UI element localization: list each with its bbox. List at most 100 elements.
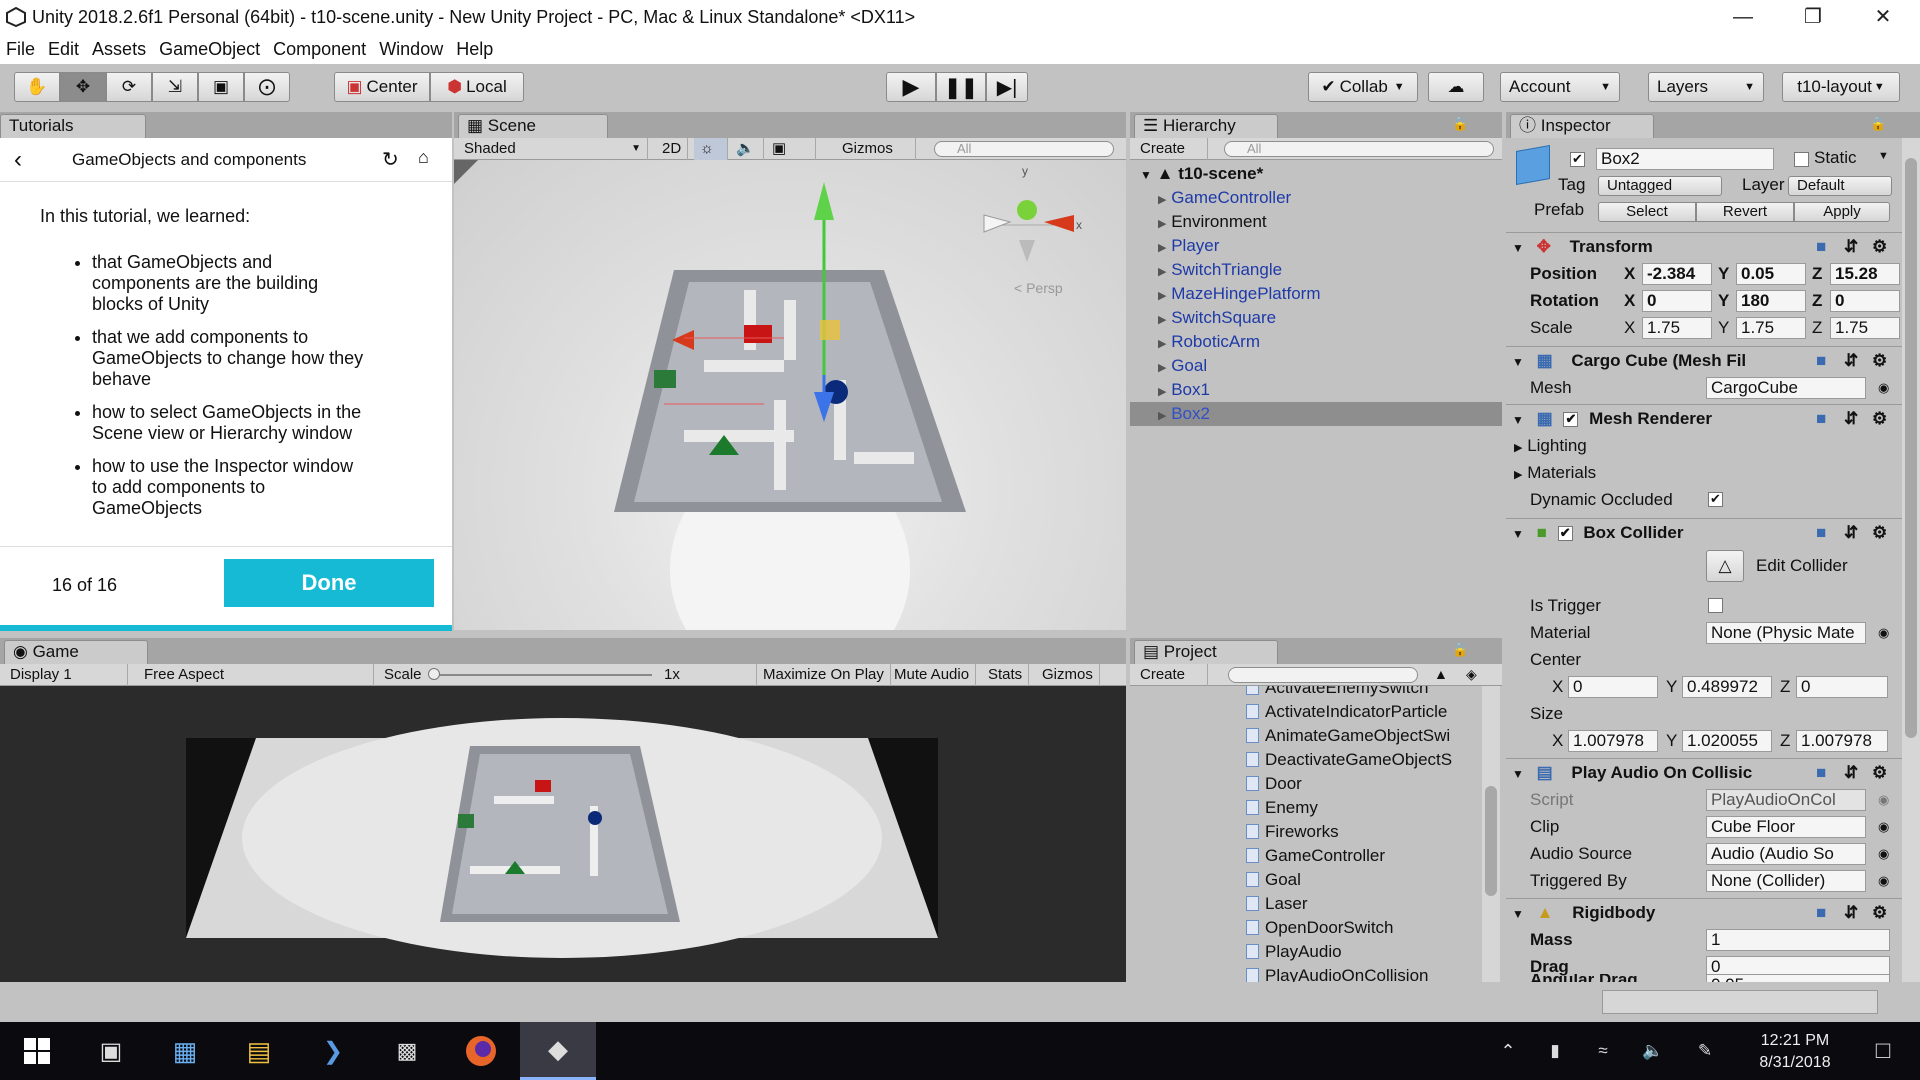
menu-component[interactable]: Component — [273, 39, 366, 60]
preset-icon[interactable]: ⇵ — [1844, 519, 1858, 547]
help-icon[interactable]: ■ — [1816, 899, 1826, 927]
help-icon[interactable]: ■ — [1816, 233, 1826, 261]
list-item[interactable]: Laser — [1240, 892, 1308, 916]
y-axis-handle[interactable] — [814, 182, 834, 220]
menu-file[interactable]: File — [6, 39, 35, 60]
project-create-dropdown[interactable]: Create — [1134, 664, 1208, 686]
size-y-input[interactable]: 1.020055 — [1682, 730, 1772, 752]
audio-source-field[interactable]: Audio (Audio So — [1706, 843, 1866, 865]
help-icon[interactable]: ■ — [1816, 519, 1826, 547]
size-x-input[interactable]: 1.007978 — [1568, 730, 1658, 752]
effects-dropdown[interactable]: ▣ — [766, 138, 816, 160]
play-audio-header[interactable]: ▼ ▤ Play Audio On Collisic ■ ⇵ ⚙ — [1506, 758, 1902, 786]
help-icon[interactable]: ■ — [1816, 347, 1826, 375]
wifi-icon[interactable]: ≈ — [1578, 1022, 1628, 1080]
file-explorer-button[interactable]: ▤ — [222, 1022, 296, 1080]
hierarchy-item[interactable]: ▶ GameController — [1130, 186, 1502, 210]
move-tool-button[interactable]: ✥ — [60, 72, 106, 102]
list-item[interactable]: ActivateIndicatorParticle — [1240, 700, 1447, 724]
maximize-on-play-toggle[interactable]: Maximize On Play — [756, 664, 891, 686]
center-y-input[interactable]: 0.489972 — [1682, 676, 1772, 698]
audio-toggle[interactable]: 🔈 — [730, 138, 764, 160]
scrollbar-thumb[interactable] — [1485, 786, 1497, 896]
tab-inspector[interactable]: ⓘ Inspector — [1510, 114, 1654, 138]
play-button[interactable]: ▶ — [886, 72, 936, 102]
active-checkbox[interactable]: ✔ — [1570, 152, 1585, 167]
menu-assets[interactable]: Assets — [92, 39, 146, 60]
scene-viewport[interactable]: y x < Persp — [454, 160, 1126, 630]
gear-icon[interactable]: ⚙ — [1872, 347, 1887, 375]
hierarchy-item[interactable]: ▶ Player — [1130, 234, 1502, 258]
tag-dropdown[interactable]: Untagged — [1598, 176, 1722, 196]
cloud-button[interactable]: ☁ — [1428, 72, 1484, 102]
list-item[interactable]: GameController — [1240, 844, 1385, 868]
scale-z-input[interactable]: 1.75 — [1830, 317, 1900, 339]
help-icon[interactable]: ■ — [1816, 759, 1826, 787]
rotation-x-input[interactable]: 0 — [1642, 290, 1712, 312]
preset-icon[interactable]: ⇵ — [1844, 405, 1858, 433]
rotate-tool-button[interactable]: ⟳ — [106, 72, 152, 102]
pivot-center-button[interactable]: ▣ Center — [334, 72, 430, 102]
tab-project[interactable]: ▤ Project — [1134, 640, 1278, 664]
menu-help[interactable]: Help — [456, 39, 493, 60]
2d-toggle[interactable]: 2D — [656, 138, 688, 160]
scale-x-input[interactable]: 1.75 — [1642, 317, 1712, 339]
lock-icon[interactable]: 🔒 — [1870, 116, 1886, 132]
lighting-foldout[interactable]: ▶ Lighting — [1506, 432, 1902, 459]
shading-dropdown[interactable]: Shaded ▼ — [458, 138, 648, 160]
game-viewport[interactable] — [0, 686, 1126, 982]
aspect-dropdown[interactable]: Free Aspect — [138, 664, 374, 686]
hierarchy-item[interactable]: ▶ SwitchSquare — [1130, 306, 1502, 330]
list-item[interactable]: Fireworks — [1240, 820, 1339, 844]
volume-icon[interactable]: 🔈 — [1628, 1022, 1678, 1080]
battery-icon[interactable]: ▮ — [1530, 1022, 1580, 1080]
scale-y-input[interactable]: 1.75 — [1736, 317, 1806, 339]
lighting-toggle[interactable]: ☼ — [694, 138, 728, 160]
object-picker-icon[interactable]: ◉ — [1878, 813, 1889, 840]
box-collider-header[interactable]: ▼ ■ ✔ Box Collider ■ ⇵ ⚙ — [1506, 518, 1902, 546]
powershell-button[interactable]: ❯ — [296, 1022, 370, 1080]
box-collider-enabled-checkbox[interactable]: ✔ — [1557, 526, 1573, 542]
object-picker-icon[interactable]: ◉ — [1878, 374, 1889, 401]
collab-dropdown[interactable]: ✔ Collab ▼ — [1308, 72, 1418, 102]
triggered-by-field[interactable]: None (Collider) — [1706, 870, 1866, 892]
close-button[interactable]: ✕ — [1860, 0, 1906, 34]
layout-dropdown[interactable]: t10-layout ▼ — [1782, 72, 1900, 102]
list-item[interactable]: Goal — [1240, 868, 1301, 892]
scale-tool-button[interactable]: ⇲ — [152, 72, 198, 102]
list-item[interactable]: AnimateGameObjectSwi — [1240, 724, 1450, 748]
is-trigger-checkbox[interactable] — [1708, 598, 1723, 613]
hierarchy-search-input[interactable]: All — [1224, 141, 1494, 157]
account-dropdown[interactable]: Account ▼ — [1500, 72, 1620, 102]
gizmo-y-icon[interactable] — [1017, 200, 1037, 220]
mesh-filter-header[interactable]: ▼ ▦ Cargo Cube (Mesh Fil ■ ⇵ ⚙ — [1506, 346, 1902, 374]
clock[interactable]: 12:21 PM 8/31/2018 — [1740, 1030, 1850, 1074]
hierarchy-item[interactable]: ▶ Box1 — [1130, 378, 1502, 402]
refresh-icon[interactable]: ↻ — [382, 147, 399, 172]
angular-drag-input[interactable]: 0.05 — [1706, 974, 1890, 982]
display-dropdown[interactable]: Display 1 — [4, 664, 128, 686]
stats-toggle[interactable]: Stats — [982, 664, 1030, 686]
mass-input[interactable]: 1 — [1706, 929, 1890, 951]
position-y-input[interactable]: 0.05 — [1736, 263, 1806, 285]
collider-material-field[interactable]: None (Physic Mate — [1706, 622, 1866, 644]
persp-label[interactable]: < Persp — [1014, 280, 1063, 296]
gear-icon[interactable]: ⚙ — [1872, 899, 1887, 927]
rotation-z-input[interactable]: 0 — [1830, 290, 1900, 312]
menu-window[interactable]: Window — [379, 39, 443, 60]
mesh-renderer-enabled-checkbox[interactable]: ✔ — [1563, 412, 1579, 428]
prefab-revert-button[interactable]: Revert — [1696, 202, 1794, 222]
preset-icon[interactable]: ⇵ — [1844, 233, 1858, 261]
firefox-button[interactable] — [444, 1022, 518, 1080]
task-view-button[interactable]: ▣ — [74, 1022, 148, 1080]
scene-root[interactable]: ▼ ▲ t10-scene* — [1130, 162, 1502, 186]
hierarchy-item[interactable]: ▶ Goal — [1130, 354, 1502, 378]
tab-tutorials[interactable]: Tutorials — [0, 114, 146, 138]
transform-tool-button[interactable]: ⨀ — [244, 72, 290, 102]
size-z-input[interactable]: 1.007978 — [1796, 730, 1888, 752]
scene-search-input[interactable]: All — [934, 141, 1114, 157]
scrollbar-thumb[interactable] — [1905, 158, 1917, 738]
home-icon[interactable]: ⌂ — [418, 147, 429, 168]
filter-type-icon[interactable]: ▲ — [1434, 666, 1448, 682]
inspector-scrollbar[interactable] — [1902, 138, 1920, 982]
